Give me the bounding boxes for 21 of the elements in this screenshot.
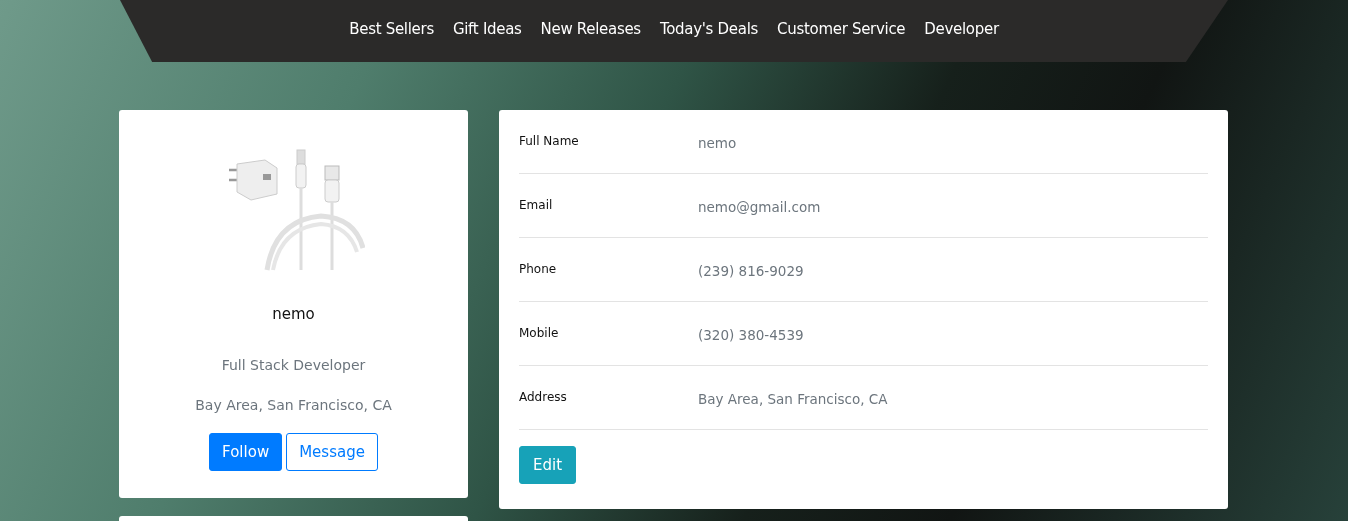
profile-name: nemo [272,305,315,323]
field-value: nemo [698,135,737,153]
nav-link[interactable]: Today's Deals [659,20,759,38]
field-label: Mobile [519,326,560,342]
field-label: Address [519,390,568,406]
field-value: (320) 380-4539 [698,327,804,345]
follow-button[interactable]: Follow [209,433,283,471]
nav-link[interactable]: Best Sellers [349,20,434,38]
profile-location: Bay Area, San Francisco, CA [195,397,392,413]
field-value: Bay Area, San Francisco, CA [698,391,888,409]
field-label: Phone [519,262,558,278]
field-value: nemo@gmail.com [698,199,821,217]
nav-link[interactable]: New Releases [540,20,641,38]
profile-title: Full Stack Developer [221,357,366,373]
nav-link[interactable]: Developer [924,20,999,38]
field-value: (239) 816-9029 [698,263,804,281]
field-label: Full Name [519,134,580,150]
field-label: Email [519,198,554,214]
nav-link[interactable]: Customer Service [777,20,906,38]
nav-link[interactable]: Gift Ideas [452,20,522,38]
message-button[interactable]: Message [286,433,378,471]
